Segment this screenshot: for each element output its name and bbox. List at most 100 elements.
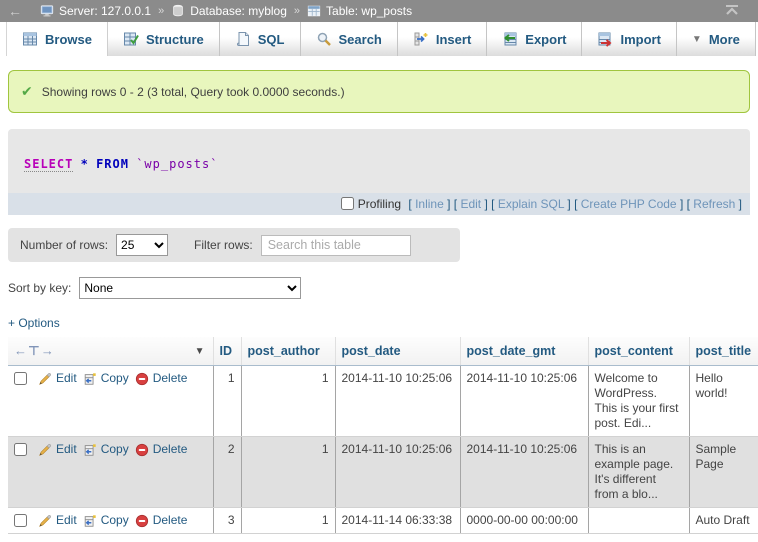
bracket: ] — [677, 197, 684, 211]
cell-post-title: Auto Draft — [689, 508, 758, 534]
options-toggle-link[interactable]: + Options — [8, 316, 60, 330]
row-delete-link[interactable]: Delete — [135, 371, 188, 386]
cell-id: 3 — [213, 508, 241, 534]
breadcrumb-server[interactable]: Server: 127.0.0.1 — [40, 4, 151, 18]
create-php-code-link[interactable]: Create PHP Code — [581, 197, 677, 211]
cell-post-date-gmt: 2014-11-10 10:25:06 — [460, 366, 588, 437]
tab-search-label: Search — [339, 32, 382, 47]
sql-keyword-select[interactable]: SELECT — [24, 157, 73, 172]
copy-icon — [83, 514, 97, 528]
row-delete-link[interactable]: Delete — [135, 442, 188, 457]
tab-more[interactable]: ▼ More — [677, 22, 756, 56]
cell-post-author: 1 — [241, 366, 335, 437]
inline-link[interactable]: Inline — [415, 197, 444, 211]
tab-insert[interactable]: Insert — [398, 22, 487, 56]
breadcrumb-server-label: Server: 127.0.0.1 — [59, 4, 151, 18]
breadcrumb-database-label: Database: myblog — [190, 4, 287, 18]
row-edit-link[interactable]: Edit — [38, 513, 77, 528]
sql-query-text: SELECT * FROM `wp_posts` — [8, 129, 750, 193]
tab-structure-label: Structure — [146, 32, 204, 47]
cell-post-date: 2014-11-14 06:33:38 — [335, 508, 460, 534]
copy-icon — [83, 443, 97, 457]
database-icon — [171, 4, 185, 18]
move-columns-icon[interactable]: ←⊤→ — [14, 343, 55, 359]
number-of-rows-select[interactable]: 25 — [116, 234, 168, 256]
cell-post-content — [588, 508, 689, 534]
delete-label: Delete — [153, 371, 188, 386]
tab-browse-label: Browse — [45, 32, 92, 47]
copy-label: Copy — [101, 371, 129, 386]
tab-sql[interactable]: SQL — [220, 22, 301, 56]
profiling-checkbox[interactable] — [341, 197, 354, 210]
column-header-post-date-gmt[interactable]: post_date_gmt — [460, 337, 588, 366]
row-edit-link[interactable]: Edit — [38, 442, 77, 457]
tab-browse[interactable]: Browse — [6, 22, 108, 56]
tab-export-label: Export — [525, 32, 566, 47]
tab-import-label: Import — [620, 32, 660, 47]
actions-column-header: ←⊤→ ▼ — [8, 337, 213, 366]
column-header-post-author[interactable]: post_author — [241, 337, 335, 366]
cell-post-date: 2014-11-10 10:25:06 — [335, 366, 460, 437]
breadcrumb-database[interactable]: Database: myblog — [171, 4, 287, 18]
collapse-icon[interactable] — [724, 4, 740, 19]
status-message: ✔ Showing rows 0 - 2 (3 total, Query too… — [8, 70, 750, 113]
table-row: Edit Copy Delete 3 1 2014-11-14 06:33:38… — [8, 508, 758, 534]
cell-id: 1 — [213, 366, 241, 437]
column-options-caret-icon[interactable]: ▼ — [195, 346, 205, 357]
column-header-id[interactable]: ID — [213, 337, 241, 366]
rows-control-bar: Number of rows: 25 Filter rows: — [8, 228, 460, 262]
breadcrumb-separator: » — [293, 5, 301, 17]
breadcrumb-table-label: Table: wp_posts — [326, 4, 412, 18]
sql-keyword-from: FROM — [96, 157, 129, 171]
row-select-checkbox[interactable] — [14, 372, 27, 385]
search-icon — [316, 31, 332, 47]
column-header-post-content[interactable]: post_content — [588, 337, 689, 366]
row-copy-link[interactable]: Copy — [83, 513, 129, 528]
column-header-post-title[interactable]: post_title — [689, 337, 758, 366]
bracket: ] — [564, 197, 571, 211]
tab-import[interactable]: Import — [582, 22, 676, 56]
cell-post-date-gmt: 2014-11-10 10:25:06 — [460, 437, 588, 508]
refresh-link[interactable]: Refresh — [693, 197, 735, 211]
cell-post-date: 2014-11-10 10:25:06 — [335, 437, 460, 508]
cell-post-content: Welcome to WordPress. This is your first… — [588, 366, 689, 437]
sql-query-box: SELECT * FROM `wp_posts` Profiling [ Inl… — [8, 129, 750, 215]
import-icon — [597, 31, 613, 47]
row-copy-link[interactable]: Copy — [83, 442, 129, 457]
tab-structure[interactable]: Structure — [108, 22, 220, 56]
bracket: ] — [444, 197, 451, 211]
server-breadcrumb-bar: ← Server: 127.0.0.1 » Database: myblog »… — [0, 0, 758, 22]
row-copy-link[interactable]: Copy — [83, 371, 129, 386]
sql-star: * — [81, 157, 89, 171]
edit-query-link[interactable]: Edit — [460, 197, 481, 211]
copy-label: Copy — [101, 442, 129, 457]
results-header-row: ←⊤→ ▼ ID post_author post_date post_date… — [8, 337, 758, 366]
breadcrumb-table[interactable]: Table: wp_posts — [307, 4, 412, 18]
row-edit-link[interactable]: Edit — [38, 371, 77, 386]
bracket: [ — [491, 197, 498, 211]
breadcrumb-separator: » — [157, 5, 165, 17]
delete-label: Delete — [153, 513, 188, 528]
pencil-icon — [38, 443, 52, 457]
tab-export[interactable]: Export — [487, 22, 582, 56]
tab-search[interactable]: Search — [301, 22, 398, 56]
row-select-checkbox[interactable] — [14, 443, 27, 456]
browse-icon — [22, 31, 38, 47]
cell-post-date-gmt: 0000-00-00 00:00:00 — [460, 508, 588, 534]
column-header-post-date[interactable]: post_date — [335, 337, 460, 366]
row-select-checkbox[interactable] — [14, 514, 27, 527]
edit-label: Edit — [56, 442, 77, 457]
copy-label: Copy — [101, 513, 129, 528]
row-delete-link[interactable]: Delete — [135, 513, 188, 528]
delete-icon — [135, 443, 149, 457]
bracket: [ — [574, 197, 581, 211]
back-arrow-icon[interactable]: ← — [8, 3, 34, 19]
table-icon — [307, 4, 321, 18]
sort-by-key-select[interactable]: None — [79, 277, 301, 299]
tab-bar: Browse Structure SQL Search Insert Expor… — [0, 22, 758, 56]
filter-rows-input[interactable] — [261, 235, 411, 256]
main-content: ✔ Showing rows 0 - 2 (3 total, Query too… — [0, 56, 758, 534]
server-icon — [40, 4, 54, 18]
cell-post-content: This is an example page. It's different … — [588, 437, 689, 508]
explain-sql-link[interactable]: Explain SQL — [498, 197, 564, 211]
